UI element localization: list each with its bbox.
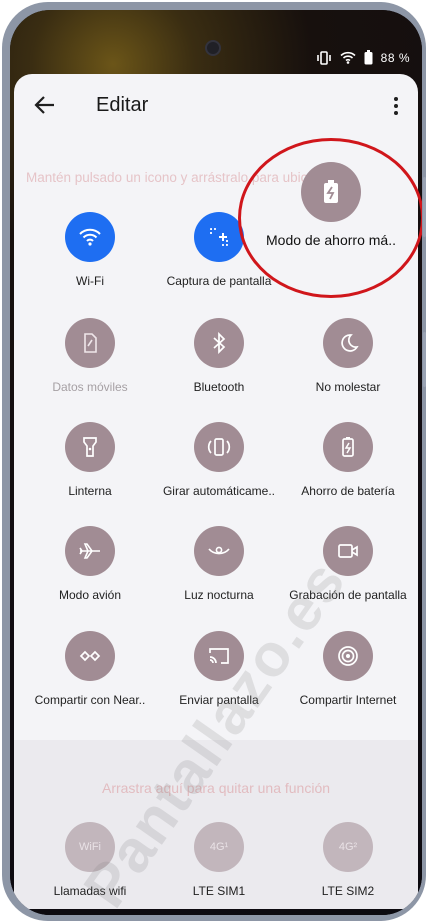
phone-frame: 88 % Editar Mantén pulsado un icono y ar… bbox=[2, 2, 426, 921]
vibrate-icon bbox=[316, 50, 332, 65]
tile-lte-sim2[interactable]: 4G² LTE SIM2 bbox=[288, 822, 408, 898]
hotspot-icon bbox=[338, 646, 358, 666]
battery-icon bbox=[364, 50, 373, 65]
arrow-left-icon bbox=[34, 96, 54, 114]
moon-icon bbox=[341, 334, 359, 352]
nearby-share-icon bbox=[79, 650, 101, 662]
screenshot-icon bbox=[210, 228, 228, 246]
front-camera bbox=[205, 40, 221, 56]
battery-percentage: 88 % bbox=[380, 50, 410, 65]
mobile-data-icon bbox=[84, 333, 97, 353]
flashlight-icon bbox=[83, 437, 97, 457]
tile-mobile-data[interactable]: Datos móviles bbox=[30, 318, 150, 394]
lte-sim1-icon: 4G¹ bbox=[209, 841, 229, 853]
tile-bluetooth[interactable]: Bluetooth bbox=[159, 318, 279, 394]
tile-label: Modo avión bbox=[58, 588, 122, 602]
more-options-button[interactable] bbox=[384, 94, 408, 118]
tile-airplane-mode[interactable]: Modo avión bbox=[30, 526, 150, 602]
volume-button bbox=[423, 177, 426, 237]
tile-nearby-share[interactable]: Compartir con Near.. bbox=[30, 631, 150, 707]
eye-icon bbox=[208, 546, 230, 555]
tile-wifi[interactable]: Wi-Fi bbox=[30, 212, 150, 288]
more-vert-icon bbox=[394, 97, 398, 115]
battery-saver-icon bbox=[342, 437, 354, 457]
page-title: Editar bbox=[96, 94, 149, 116]
tile-label: Captura de pantalla bbox=[166, 274, 272, 288]
screen-record-icon bbox=[338, 544, 358, 558]
wifi-status-icon bbox=[340, 51, 356, 64]
screen: 88 % Editar Mantén pulsado un icono y ar… bbox=[10, 10, 422, 915]
power-button bbox=[423, 332, 426, 387]
tile-label: Luz nocturna bbox=[184, 588, 254, 602]
airplane-icon bbox=[79, 543, 100, 559]
top-app-bar: Editar bbox=[14, 74, 418, 140]
wifi-icon bbox=[79, 228, 101, 246]
tile-label: Ahorro de batería bbox=[301, 484, 395, 498]
status-bar: 88 % bbox=[10, 10, 422, 70]
bluetooth-icon bbox=[213, 332, 226, 354]
tile-label: LTE SIM2 bbox=[321, 884, 375, 898]
auto-rotate-icon bbox=[207, 438, 231, 456]
tile-label: Bluetooth bbox=[193, 380, 245, 394]
tile-label: Compartir con Near.. bbox=[34, 693, 146, 707]
tile-auto-rotate[interactable]: Girar automáticame.. bbox=[159, 422, 279, 498]
back-button[interactable] bbox=[34, 94, 60, 120]
tile-label: Compartir Internet bbox=[299, 693, 397, 707]
tile-night-light[interactable]: Luz nocturna bbox=[159, 526, 279, 602]
tile-label: Datos móviles bbox=[52, 380, 128, 394]
tile-label: Wi-Fi bbox=[76, 274, 104, 288]
lte-sim2-icon: 4G² bbox=[338, 841, 358, 853]
tile-label: No molestar bbox=[315, 380, 381, 394]
tile-battery-saver[interactable]: Ahorro de batería bbox=[288, 422, 408, 498]
highlight-circle bbox=[238, 138, 422, 298]
tile-label: Girar automáticame.. bbox=[162, 484, 276, 498]
tile-label: LTE SIM1 bbox=[192, 884, 246, 898]
tile-flashlight[interactable]: Linterna bbox=[30, 422, 150, 498]
tile-label: Linterna bbox=[68, 484, 112, 498]
tile-do-not-disturb[interactable]: No molestar bbox=[288, 318, 408, 394]
